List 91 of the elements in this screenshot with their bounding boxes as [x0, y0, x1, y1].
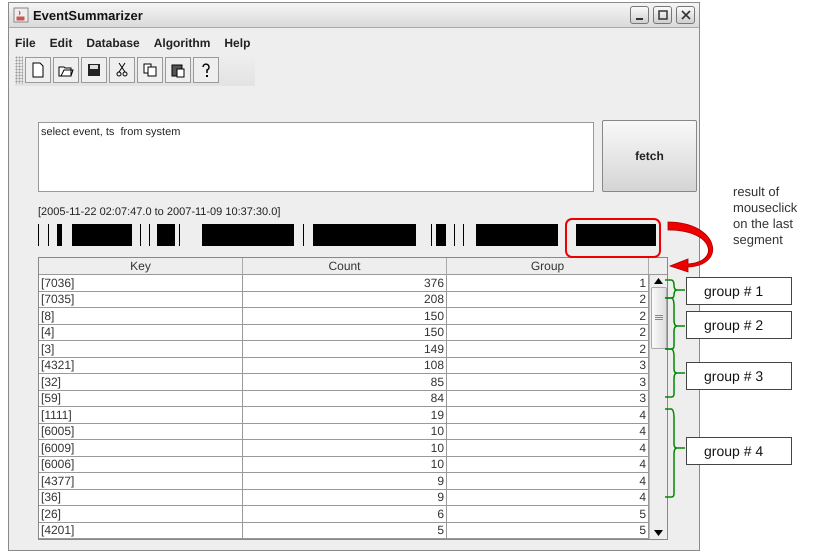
group-label: group # 4 [686, 437, 792, 465]
toolbar-button[interactable] [25, 57, 51, 83]
table-cell: 4 [447, 472, 649, 490]
table-cell: [36] [39, 489, 243, 506]
table-cell: [3] [39, 340, 243, 358]
scroll-down-icon[interactable] [654, 530, 663, 536]
window-title: EventSummarizer [33, 8, 144, 22]
table-cell: 5 [447, 506, 649, 522]
table-cell: 9 [243, 472, 447, 490]
table-cell: 9 [243, 489, 447, 506]
minimize-button[interactable] [630, 6, 649, 24]
table-cell: 2 [447, 291, 649, 308]
column-header[interactable]: Count [243, 258, 447, 275]
table-cell: [4201] [39, 522, 243, 539]
table-cell: 4 [447, 406, 649, 424]
table-cell: 2 [447, 308, 649, 324]
table-cell: 10 [243, 423, 447, 440]
table-cell: [59] [39, 390, 243, 407]
copy-icon [142, 62, 158, 78]
table-cell: 84 [243, 390, 447, 407]
table-cell: 3 [447, 357, 649, 374]
toolbar-grip[interactable] [15, 56, 23, 84]
table-cell: 149 [243, 340, 447, 358]
table-cell: 4 [447, 423, 649, 440]
table-cell: 208 [243, 291, 447, 308]
column-header[interactable]: Key [39, 258, 243, 275]
new-file-icon [30, 62, 46, 78]
query-field[interactable]: select event, ts from system [38, 122, 594, 192]
table-cell: 6 [243, 506, 447, 522]
menu-item[interactable]: Help [224, 36, 250, 50]
table-cell: 3 [447, 374, 649, 390]
close-icon [680, 10, 690, 20]
table-cell: 4 [447, 456, 649, 473]
table-cell: [7035] [39, 291, 243, 308]
table-cell: 5 [447, 522, 649, 539]
table-cell: [6005] [39, 423, 243, 440]
table-cell: 1 [447, 274, 649, 292]
time-range: [2005-11-22 02:07:47.0 to 2007-11-09 10:37:30.0] [38, 206, 282, 218]
toolbar-button[interactable] [53, 57, 79, 83]
table-cell: 4 [447, 440, 649, 456]
table-cell: [6009] [39, 440, 243, 456]
curved-arrow [668, 222, 714, 272]
fetch-button[interactable]: fetch [602, 120, 697, 192]
close-button[interactable] [676, 6, 695, 24]
table-cell: [32] [39, 374, 243, 390]
scissors-icon [114, 62, 130, 78]
table-cell: 10 [243, 440, 447, 456]
menu-item[interactable]: Algorithm [154, 36, 210, 50]
scroll-thumb[interactable] [650, 286, 666, 348]
scroll-up-icon[interactable] [654, 278, 663, 284]
maximize-button[interactable] [653, 6, 672, 24]
table-cell: [7036] [39, 274, 243, 292]
table-cell: [4377] [39, 472, 243, 490]
toolbar-button[interactable] [109, 57, 135, 83]
table-cell: [8] [39, 308, 243, 324]
table-cell: 150 [243, 308, 447, 324]
toolbar-button[interactable] [165, 57, 191, 83]
table-cell: [4321] [39, 357, 243, 374]
table-cell: 10 [243, 456, 447, 473]
table-cell: 19 [243, 406, 447, 424]
table-cell: 108 [243, 357, 447, 374]
table-cell: 2 [447, 324, 649, 341]
table-cell: [1111] [39, 406, 243, 424]
maximize-icon [658, 10, 668, 20]
table-cell: [6006] [39, 456, 243, 473]
save-icon [86, 62, 102, 78]
table-cell: 4 [447, 489, 649, 506]
group-label: group # 3 [686, 362, 792, 390]
table-cell: [26] [39, 506, 243, 522]
table-cell: 150 [243, 324, 447, 341]
toolbar-button[interactable] [81, 57, 107, 83]
table-cell: [4] [39, 324, 243, 341]
grip-lines-icon [654, 315, 662, 320]
group-label: group # 2 [686, 311, 792, 339]
toolbar-button[interactable] [193, 57, 219, 83]
header-corner [649, 258, 667, 275]
table-cell: 85 [243, 374, 447, 390]
paste-icon [170, 62, 186, 78]
table-cell: 3 [447, 390, 649, 407]
menu-item[interactable]: File [15, 36, 36, 50]
group-label: group # 1 [686, 277, 792, 305]
table-cell: 376 [243, 274, 447, 292]
callout-text: result of mouseclick on the last segment [733, 184, 798, 248]
scrollbar[interactable] [649, 274, 667, 538]
toolbar-button[interactable] [137, 57, 163, 83]
table-cell: 2 [447, 340, 649, 358]
minimize-icon [636, 18, 643, 20]
table-cell: 5 [243, 522, 447, 539]
menu-item[interactable]: Edit [50, 36, 72, 50]
menu-item[interactable]: Database [86, 36, 140, 50]
column-header[interactable]: Group [447, 258, 649, 275]
